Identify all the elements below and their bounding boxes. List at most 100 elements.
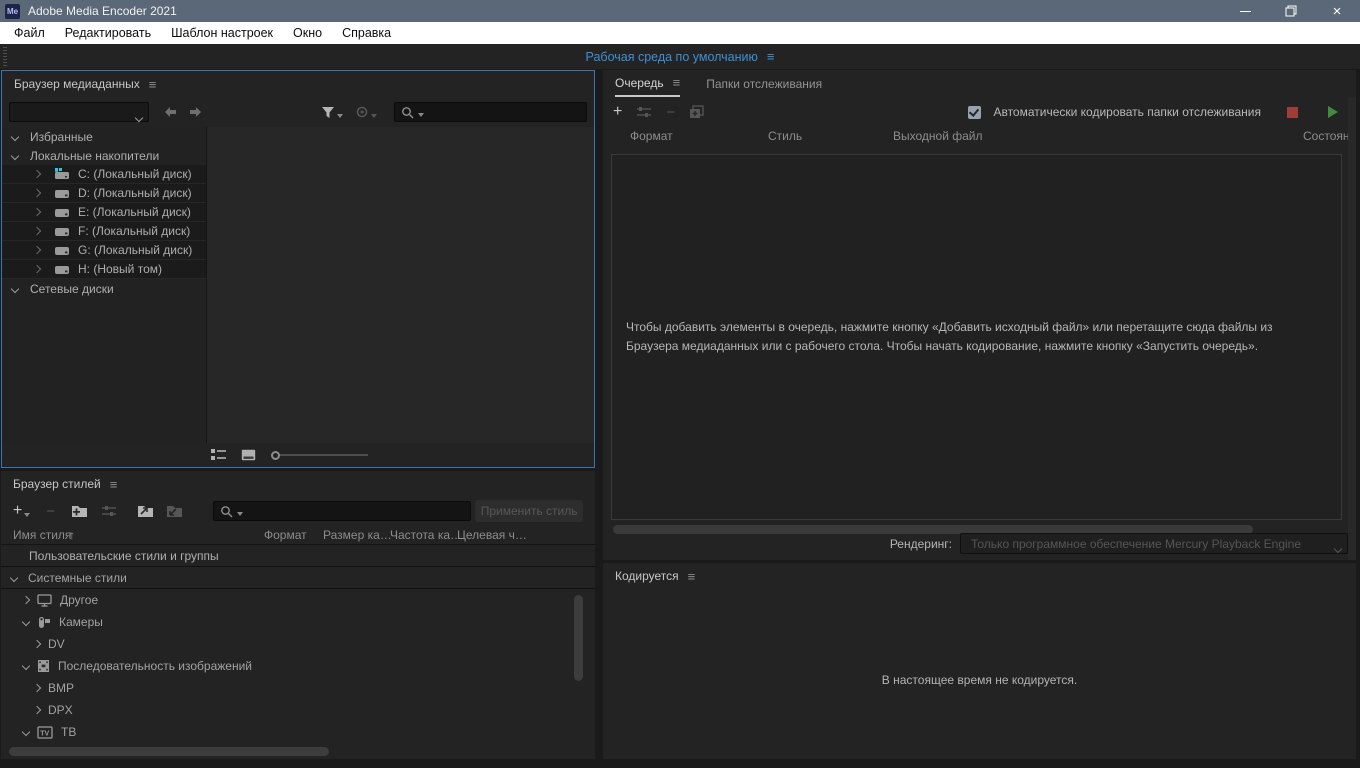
search-options-icon[interactable] <box>237 512 243 516</box>
chevron-down-icon[interactable] <box>11 151 19 159</box>
chevron-down-icon[interactable] <box>11 132 19 140</box>
panel-menu-icon[interactable]: ≡ <box>688 570 696 583</box>
close-button[interactable]: × <box>1314 0 1360 22</box>
tree-item-local-drives[interactable]: Локальные накопители <box>2 146 206 165</box>
back-button[interactable] <box>163 106 178 118</box>
remove-preset-button[interactable]: − <box>38 504 63 519</box>
menu-help[interactable]: Справка <box>332 22 401 44</box>
slider-knob[interactable] <box>271 451 280 460</box>
tree-item-drive-h[interactable]: H: (Новый том) <box>2 260 206 279</box>
column-frame-size[interactable]: Размер ка… <box>323 528 392 542</box>
chevron-right-icon[interactable] <box>33 640 41 648</box>
tab-queue[interactable]: Очередь ≡ <box>615 70 680 97</box>
preset-group-system[interactable]: Системные стили <box>1 567 595 589</box>
workspace-menu-icon[interactable]: ≡ <box>767 50 775 63</box>
chevron-right-icon[interactable] <box>33 208 41 216</box>
column-target-rate[interactable]: Целевая ч… <box>457 528 527 542</box>
menu-window[interactable]: Окно <box>283 22 332 44</box>
preset-category-tv[interactable]: TV ТВ <box>1 721 595 743</box>
new-preset-group-button[interactable] <box>67 504 92 518</box>
tree-item-label: H: (Новый том) <box>78 262 162 276</box>
media-content-area[interactable] <box>207 127 594 443</box>
chevron-down-icon[interactable] <box>22 662 30 670</box>
tab-watch-folders[interactable]: Папки отслеживания <box>706 70 822 97</box>
horizontal-scrollbar[interactable] <box>9 747 329 756</box>
sort-ascending-icon[interactable]: ↑ <box>69 528 75 542</box>
column-format[interactable]: Формат <box>630 129 673 143</box>
panel-menu-icon[interactable]: ≡ <box>110 478 118 491</box>
panel-menu-icon[interactable]: ≡ <box>149 78 157 91</box>
preset-search-input[interactable] <box>213 501 471 521</box>
tree-item-favorites[interactable]: Избранные <box>2 127 206 146</box>
search-options-icon[interactable] <box>418 113 424 117</box>
preset-group-user[interactable]: Пользовательские стили и группы <box>1 545 595 567</box>
ingest-settings-button[interactable] <box>355 106 377 119</box>
thumbnail-view-button[interactable] <box>241 449 256 461</box>
chevron-right-icon[interactable] <box>33 684 41 692</box>
column-preset[interactable]: Стиль <box>768 129 802 143</box>
chevron-down-icon[interactable] <box>11 284 19 292</box>
tree-item-drive-f[interactable]: F: (Локальный диск) <box>2 222 206 241</box>
chevron-down-icon[interactable] <box>10 573 18 581</box>
title-bar: Me Adobe Media Encoder 2021 × <box>0 0 1360 22</box>
chevron-right-icon[interactable] <box>33 265 41 273</box>
remove-item-button[interactable]: − <box>666 105 675 120</box>
workspace-switcher[interactable]: Рабочая среда по умолчанию ≡ <box>586 44 775 69</box>
tree-item-drive-g[interactable]: G: (Локальный диск) <box>2 241 206 260</box>
duplicate-button[interactable] <box>689 105 704 119</box>
media-source-select[interactable] <box>9 102 149 122</box>
stop-queue-button[interactable] <box>1287 107 1298 118</box>
chevron-right-icon[interactable] <box>33 189 41 197</box>
tree-item-network-drives[interactable]: Сетевые диски <box>2 279 206 298</box>
add-output-button[interactable] <box>636 106 652 119</box>
preset-settings-button[interactable] <box>96 505 121 518</box>
media-tree: Избранные Локальные накопители C: (Локал… <box>2 127 207 443</box>
preset-category-cameras[interactable]: Камеры <box>1 611 595 633</box>
column-output-file[interactable]: Выходной файл <box>893 129 983 143</box>
start-queue-button[interactable] <box>1328 106 1338 118</box>
tree-item-label: Локальные накопители <box>30 149 159 163</box>
preset-category-other[interactable]: Другое <box>1 589 595 611</box>
vertical-scrollbar[interactable] <box>574 595 583 681</box>
panel-menu-icon[interactable]: ≡ <box>673 76 681 89</box>
menu-bar: Файл Редактировать Шаблон настроек Окно … <box>0 22 1360 44</box>
preset-category-dv[interactable]: DV <box>1 633 595 655</box>
add-preset-button[interactable]: + <box>9 503 34 519</box>
tree-item-drive-e[interactable]: E: (Локальный диск) <box>2 203 206 222</box>
app-logo-icon: Me <box>5 4 20 19</box>
tree-item-drive-c[interactable]: C: (Локальный диск) <box>2 165 206 184</box>
thumbnail-zoom-slider[interactable] <box>271 451 368 460</box>
preset-category-dpx[interactable]: DPX <box>1 699 595 721</box>
preset-category-image-sequence[interactable]: Последовательность изображений <box>1 655 595 677</box>
export-preset-button[interactable] <box>162 504 187 518</box>
chevron-right-icon[interactable] <box>22 596 30 604</box>
column-format[interactable]: Формат <box>264 528 307 542</box>
tree-item-drive-d[interactable]: D: (Локальный диск) <box>2 184 206 203</box>
chevron-right-icon[interactable] <box>33 227 41 235</box>
chevron-down-icon[interactable] <box>22 618 30 626</box>
chevron-right-icon[interactable] <box>33 706 41 714</box>
menu-edit[interactable]: Редактировать <box>55 22 161 44</box>
vertical-scrollbar-track[interactable] <box>1348 98 1356 560</box>
chevron-right-icon[interactable] <box>33 246 41 254</box>
filter-button[interactable] <box>321 106 343 119</box>
column-frame-rate[interactable]: Частота ка… <box>390 528 462 542</box>
renderer-select[interactable]: Только программное обеспечение Mercury P… <box>960 533 1348 554</box>
auto-encode-checkbox[interactable] <box>968 106 981 119</box>
column-preset-name[interactable]: Имя стиля <box>13 528 71 542</box>
chevron-down-icon[interactable] <box>22 728 30 736</box>
preset-category-bmp[interactable]: BMP <box>1 677 595 699</box>
chevron-right-icon[interactable] <box>33 170 41 178</box>
menu-file[interactable]: Файл <box>4 22 55 44</box>
media-search-input[interactable] <box>394 102 587 122</box>
drag-grip-icon[interactable] <box>3 47 7 66</box>
import-preset-button[interactable] <box>133 504 158 518</box>
add-source-button[interactable]: + <box>613 104 622 120</box>
forward-button[interactable] <box>188 106 203 118</box>
restore-button[interactable] <box>1268 0 1314 22</box>
queue-drop-area[interactable]: Чтобы добавить элементы в очередь, нажми… <box>611 154 1342 520</box>
apply-preset-button[interactable]: Применить стиль <box>475 500 583 522</box>
list-view-button[interactable] <box>211 449 226 461</box>
menu-preset[interactable]: Шаблон настроек <box>161 22 283 44</box>
minimize-button[interactable] <box>1222 0 1268 22</box>
